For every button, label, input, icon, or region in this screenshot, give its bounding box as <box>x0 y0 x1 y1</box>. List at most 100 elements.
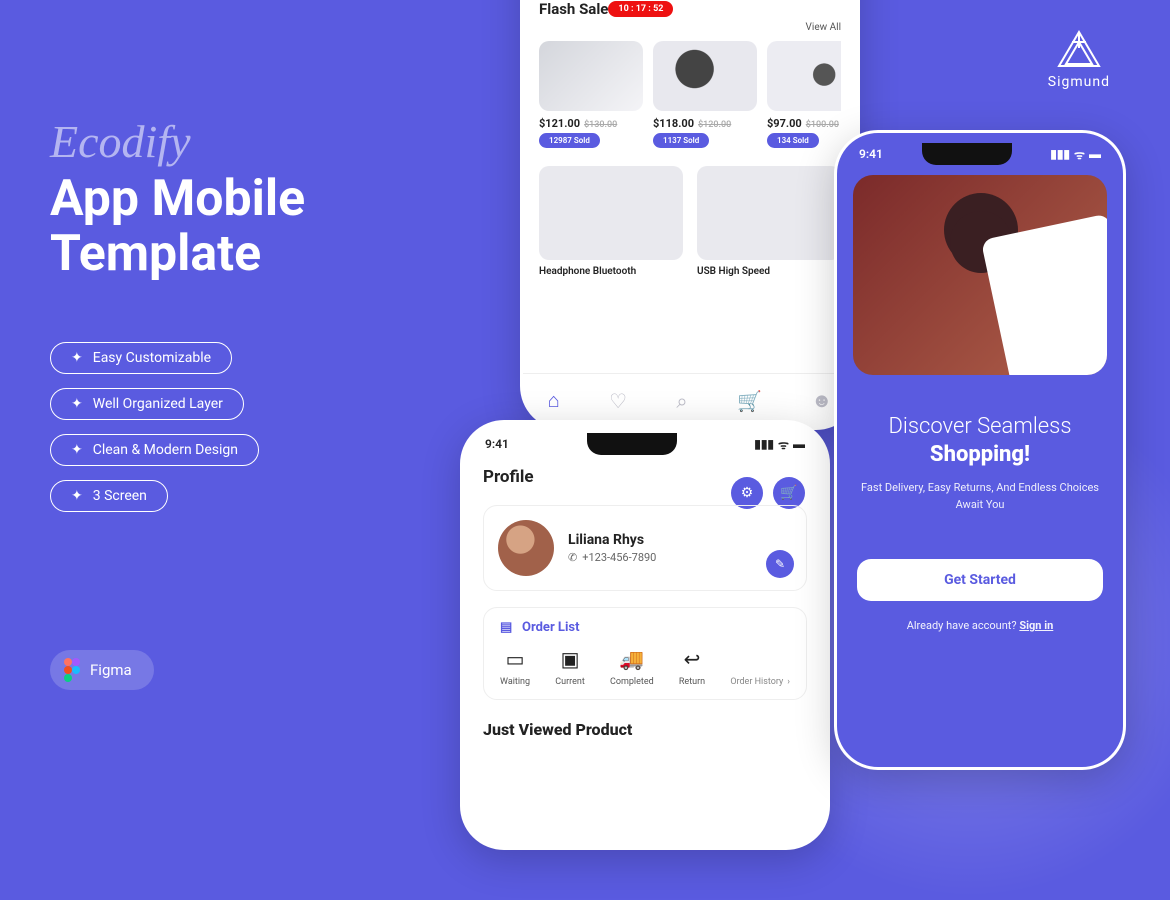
feature-label: Clean & Modern Design <box>93 442 238 458</box>
feature-pill: ✦ Clean & Modern Design <box>50 434 259 466</box>
order-list-title: Order List <box>522 620 579 635</box>
product-image <box>767 41 841 111</box>
signal-icon: ▮▮▮ <box>754 437 774 451</box>
status-bar: 9:41 ▮▮▮ ᯤ ▬ <box>837 133 1123 167</box>
status-bar: 9:41 ▮▮▮ᯤ▬ <box>463 423 827 457</box>
feature-pill-list: ✦Easy Customizable ✦ Well Organized Layer… <box>50 342 470 512</box>
brand-mark-icon <box>1054 30 1104 70</box>
sold-badge: 134 Sold <box>767 133 819 148</box>
edit-button[interactable]: ✎ <box>766 550 794 578</box>
product-price: $118.00 <box>653 117 694 130</box>
battery-icon: ▬ <box>1089 147 1101 161</box>
return-icon: ↩ <box>684 647 701 671</box>
product-card[interactable]: Headphone Bluetooth <box>539 166 683 277</box>
sparkle-icon: ✦ <box>71 350 83 366</box>
figma-icon <box>64 658 80 682</box>
sold-badge: 12987 Sold <box>539 133 600 148</box>
profile-name: Liliana Rhys <box>568 532 656 548</box>
signin-pretext: Already have account? <box>907 619 1020 632</box>
feature-label: Well Organized Layer <box>93 396 223 412</box>
tab-bar: ⌂ ♡ ⌕ 🛒 ☻ <box>523 373 857 427</box>
onboarding-title-a: Discover Seamless <box>889 414 1072 439</box>
countdown-timer: 10 : 17 : 52 <box>608 1 673 17</box>
gear-icon: ⚙ <box>741 485 754 501</box>
product-caption: Headphone Bluetooth <box>539 266 683 277</box>
product-card[interactable]: $118.00 $120.00 1137 Sold <box>653 41 757 148</box>
sparkle-icon: ✦ <box>71 442 83 458</box>
avatar <box>498 520 554 576</box>
signal-icon: ▮▮▮ <box>1050 147 1070 161</box>
order-step-return[interactable]: ↩ Return <box>679 647 705 687</box>
order-step-current[interactable]: ▣Current <box>555 647 585 687</box>
sparkle-icon: ✦ <box>71 488 83 504</box>
product-card[interactable]: $121.00 $130.00 12987 Sold <box>539 41 643 148</box>
chevron-right-icon: › <box>787 677 790 687</box>
product-image <box>697 166 841 260</box>
onboarding-subtitle: Fast Delivery, Easy Returns, And Endless… <box>851 480 1109 513</box>
signin-row: Already have account? Sign in <box>837 619 1123 632</box>
tab-home[interactable]: ⌂ <box>548 388 560 413</box>
flash-sale-title: Flash Sale <box>539 0 608 18</box>
cart-icon: 🛒 <box>780 485 797 501</box>
order-list-card: ▤ Order List ▭ Waiting ▣Current 🚚 Completed… <box>483 607 807 700</box>
feature-pill: ✦ 3 Screen <box>50 480 168 512</box>
brand-logo: Sigmund <box>1048 30 1110 90</box>
headline-script: Ecodify <box>50 115 470 168</box>
onboarding-title: Discover Seamless Shopping! <box>851 413 1109 468</box>
product-old-price: $120.00 <box>698 120 731 130</box>
phone-icon: ✆ <box>568 551 577 564</box>
signin-link[interactable]: Sign in <box>1019 619 1053 632</box>
home-screen: ☰Category 🚚COD ❉Offers ▥See All Flash Sa… <box>520 0 860 430</box>
product-image <box>653 41 757 111</box>
product-card[interactable]: $97.00 $100.00 134 Sold <box>767 41 841 148</box>
tab-search[interactable]: ⌕ <box>676 389 687 413</box>
feature-label: 3 Screen <box>93 488 147 504</box>
profile-screen: 9:41 ▮▮▮ᯤ▬ Profile ⚙ 🛒 Liliana Rhys ✆+12… <box>460 420 830 850</box>
pencil-icon: ✎ <box>775 557 785 571</box>
brand-name: Sigmund <box>1048 74 1110 90</box>
card-icon: ▭ <box>506 647 525 671</box>
wifi-icon: ᯤ <box>778 436 789 453</box>
profile-card: Liliana Rhys ✆ +123-456-7890 ✎ <box>483 505 807 591</box>
get-started-button[interactable]: Get Started <box>857 559 1103 601</box>
product-caption: USB High Speed <box>697 266 841 277</box>
onboarding-hero-image <box>853 175 1107 375</box>
headline-line2: Template <box>50 227 470 282</box>
just-viewed-title: Just Viewed Product <box>483 720 807 739</box>
battery-icon: ▬ <box>793 437 805 451</box>
product-old-price: $130.00 <box>584 120 617 130</box>
profile-phone: +123-456-7890 <box>582 551 656 564</box>
feature-pill: ✦ Well Organized Layer <box>50 388 244 420</box>
step-label: Waiting <box>500 677 530 687</box>
product-image <box>539 166 683 260</box>
wifi-icon: ᯤ <box>1074 146 1085 163</box>
status-time: 9:41 <box>859 147 883 161</box>
sparkle-icon: ✦ <box>71 396 83 412</box>
step-label: Completed <box>610 677 654 687</box>
notch <box>922 143 1012 165</box>
view-all-link[interactable]: View All <box>539 22 841 33</box>
product-price: $97.00 <box>767 117 802 130</box>
tab-cart[interactable]: 🛒 <box>737 389 762 413</box>
order-step-waiting[interactable]: ▭ Waiting <box>500 647 530 687</box>
product-price: $121.00 <box>539 117 580 130</box>
order-history-link[interactable]: Order History › <box>730 677 790 687</box>
figma-badge: Figma <box>50 650 154 690</box>
notch <box>587 433 677 455</box>
feature-pill: ✦Easy Customizable <box>50 342 232 374</box>
product-old-price: $100.00 <box>806 120 839 130</box>
order-history-label: Order History <box>730 677 783 687</box>
headline-line1: App Mobile <box>50 172 470 227</box>
tab-favorites[interactable]: ♡ <box>609 389 627 413</box>
box-icon: ▣ <box>561 647 580 671</box>
step-label: Return <box>679 677 705 687</box>
sold-badge: 1137 Sold <box>653 133 709 148</box>
truck-icon: 🚚 <box>619 647 644 671</box>
product-card[interactable]: USB High Speed <box>697 166 841 277</box>
tab-profile[interactable]: ☻ <box>811 388 832 413</box>
onboarding-screen: 9:41 ▮▮▮ ᯤ ▬ Discover Seamless Shopping! Fa… <box>834 130 1126 770</box>
order-step-completed[interactable]: 🚚 Completed <box>610 647 654 687</box>
product-image <box>539 41 643 111</box>
list-icon: ▤ <box>500 620 514 635</box>
onboarding-title-b: Shopping! <box>930 442 1030 467</box>
